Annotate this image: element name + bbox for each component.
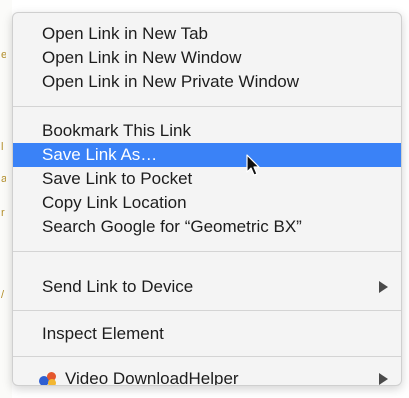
menu-item-bookmark-link[interactable]: Bookmark This Link: [13, 119, 401, 143]
page-text-fragment: e: [1, 49, 6, 61]
page-text-fragment: r: [1, 207, 5, 219]
menu-item-label: Send Link to Device: [42, 277, 194, 296]
mouse-pointer-icon: [246, 154, 260, 176]
menu-separator: [13, 310, 401, 311]
background-page-edge: e l a r /: [0, 0, 12, 398]
menu-separator: [13, 251, 401, 252]
menu-separator: [13, 356, 401, 357]
menu-item-open-link-new-private-window[interactable]: Open Link in New Private Window: [13, 70, 401, 94]
page-text-fragment: a: [1, 173, 6, 185]
menu-item-save-link-to-pocket[interactable]: Save Link to Pocket: [13, 167, 401, 191]
menu-item-save-link-as[interactable]: Save Link As…: [13, 143, 401, 167]
menu-item-label: Video DownloadHelper: [65, 369, 239, 386]
submenu-arrow-icon: [379, 373, 388, 385]
menu-item-send-link-to-device[interactable]: Send Link to Device: [13, 275, 401, 299]
menu-item-inspect-element[interactable]: Inspect Element: [13, 322, 401, 346]
context-menu: Open Link in New Tab Open Link in New Wi…: [12, 12, 402, 386]
page-text-fragment: /: [1, 289, 5, 301]
menu-item-video-downloadhelper[interactable]: Video DownloadHelper: [13, 367, 401, 386]
menu-item-search-google[interactable]: Search Google for “Geometric BX”: [13, 215, 401, 239]
menu-item-open-link-new-window[interactable]: Open Link in New Window: [13, 46, 401, 70]
menu-separator: [13, 106, 401, 107]
submenu-arrow-icon: [379, 281, 388, 293]
page-text-fragment: l: [1, 141, 4, 153]
menu-item-open-link-new-tab[interactable]: Open Link in New Tab: [13, 22, 401, 46]
video-downloadhelper-icon: [39, 371, 58, 385]
menu-item-copy-link-location[interactable]: Copy Link Location: [13, 191, 401, 215]
